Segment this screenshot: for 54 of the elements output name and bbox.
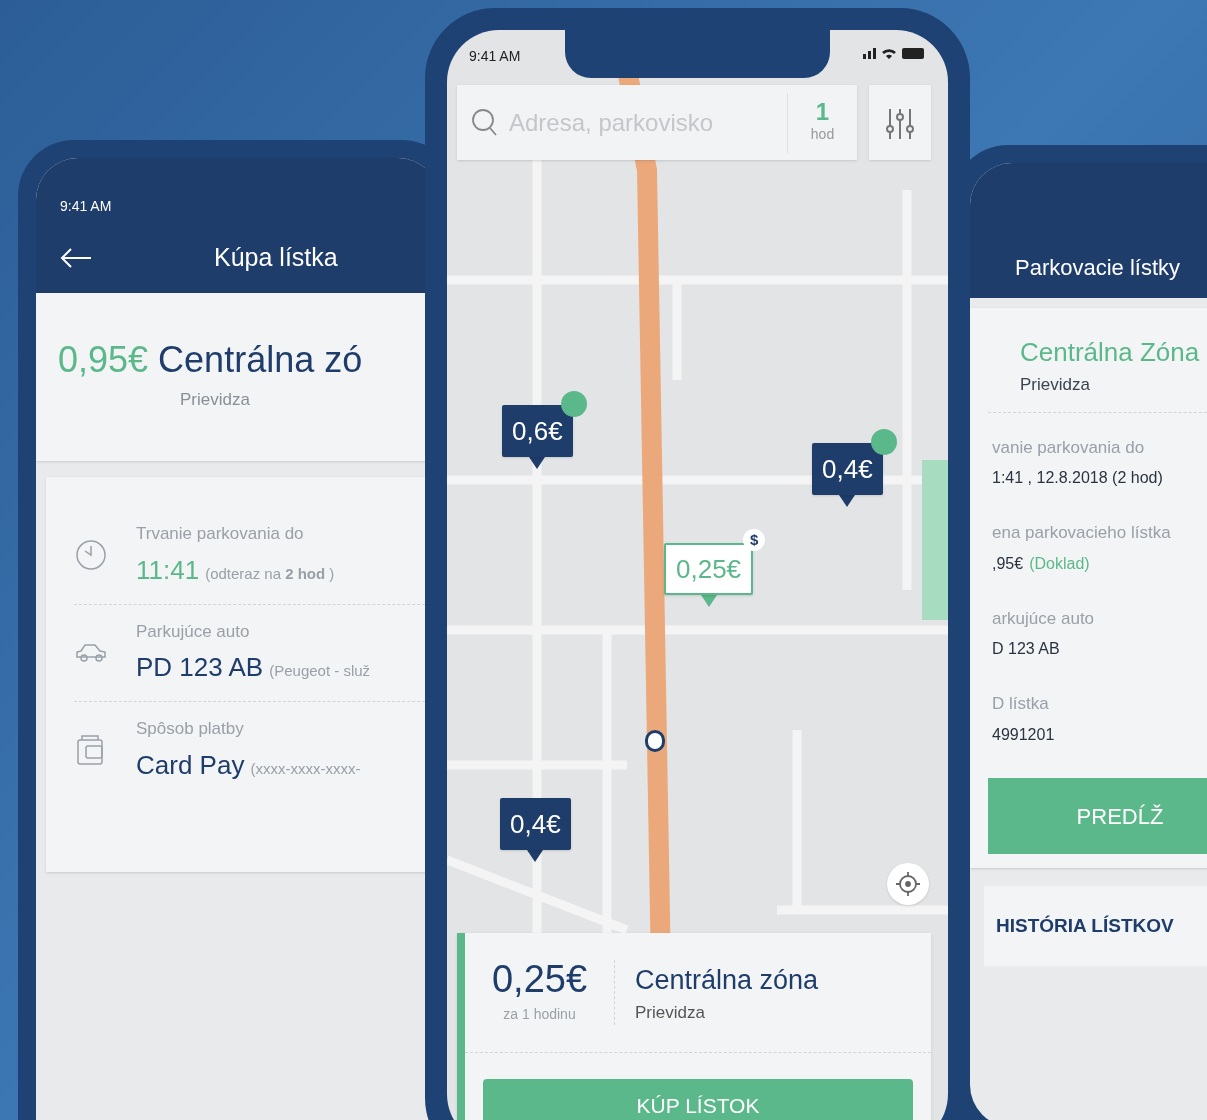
price-marker[interactable]: 0,4€ (812, 443, 883, 495)
price-marker[interactable]: 0,6€ (502, 405, 573, 457)
detail-value: 11:41 (136, 553, 200, 587)
ticket-zone: Centrálna Zóna (1020, 336, 1201, 369)
history-button[interactable]: HISTÓRIA LÍSTKOV (984, 886, 1207, 966)
search-icon (471, 107, 499, 138)
sliders-icon (885, 106, 915, 139)
zone-city: Prievidza (635, 1002, 706, 1024)
back-arrow-icon[interactable] (60, 246, 92, 269)
detail-value: PD 123 AB (136, 651, 264, 684)
wifi-icon (882, 49, 896, 59)
extend-button[interactable]: PREDĹŽ (988, 778, 1207, 854)
marker-tail (839, 495, 856, 507)
price-period: za 1 hodinu (503, 1005, 576, 1024)
zone-name: Centrálna zó (158, 338, 363, 382)
clock-icon (74, 538, 108, 573)
detail-note: (Peugeot - služ (269, 661, 371, 681)
marker-tail (700, 595, 717, 607)
marker-tail (529, 457, 546, 469)
ticket-city: Prievidza (1020, 374, 1091, 396)
detail-label: Parkujúce auto (136, 620, 251, 643)
buy-ticket-button[interactable]: KÚP LÍSTOK (483, 1079, 913, 1120)
field-label: ena parkovacieho lístka (992, 522, 1172, 544)
document-link[interactable]: (Doklad) (1029, 551, 1090, 576)
duration-value: 1 (815, 100, 830, 124)
status-time: 9:41 AM (469, 47, 521, 66)
detail-label: Spôsob platby (136, 718, 245, 740)
field-value: D 123 AB (992, 639, 1060, 659)
marker-tail (527, 850, 544, 862)
field-value: 1:41 , 12.8.2018 (2 hod) (992, 468, 1163, 488)
signal-icon (863, 48, 876, 59)
zone-city: Prievidza (180, 389, 251, 411)
zone-price: 0,25€ (491, 960, 588, 998)
duration-unit: hod (810, 125, 835, 144)
locate-button[interactable] (887, 863, 929, 905)
price-marker[interactable]: 0,4€ (500, 798, 571, 850)
field-value: 4991201 (992, 724, 1055, 745)
battery-icon (902, 48, 924, 59)
screen-title: Parkovacie lístky (1015, 255, 1181, 280)
detail-value: Card Pay (136, 748, 245, 782)
detail-label: Trvanie parkovania do (136, 523, 305, 545)
field-label: D lístka (992, 693, 1050, 715)
filter-button[interactable] (869, 85, 931, 160)
zone-price: 0,95€ (58, 338, 149, 382)
detail-note: (odteraz na 2 hod ) (205, 563, 335, 584)
detail-note: (xxxx-xxxx-xxxx- (250, 758, 361, 779)
field-label: arkujúce auto (992, 607, 1096, 630)
screen-title: Kúpa lístka (214, 242, 338, 273)
status-time: 9:41 AM (60, 197, 113, 216)
field-value: ,95€ (992, 553, 1024, 574)
field-label: vanie parkovania do (992, 436, 1146, 459)
paid-badge: $ (743, 529, 766, 551)
zone-name: Centrálna zóna (635, 963, 819, 997)
crosshair-icon (895, 871, 921, 897)
